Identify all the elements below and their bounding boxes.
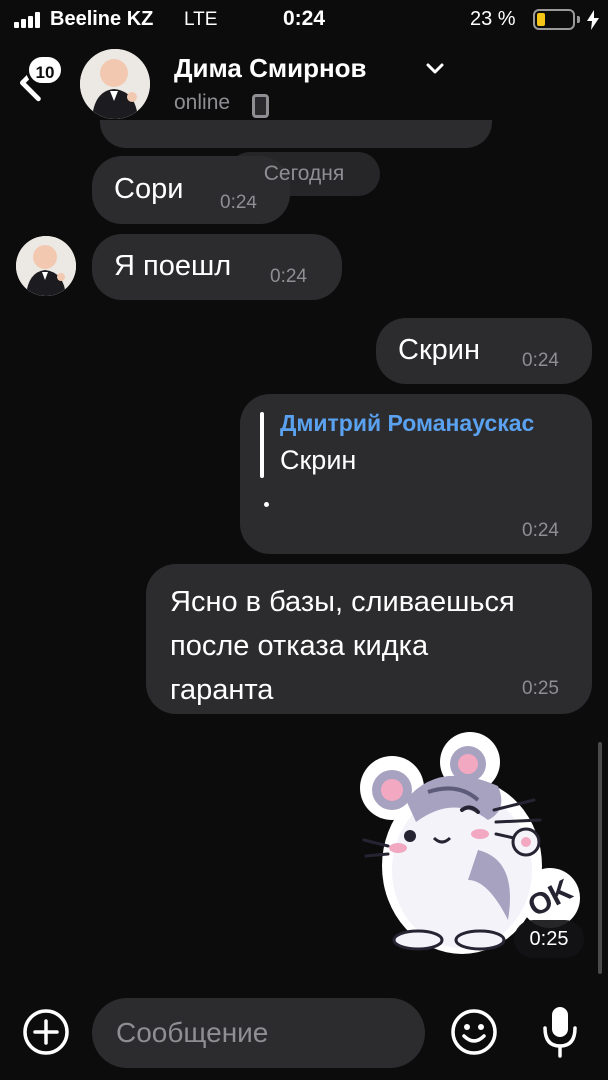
battery-level-fill [537,13,545,26]
message-time: 0:25 [522,678,559,699]
sticker-time: 0:25 [514,920,584,958]
message-bubble-incoming[interactable]: Я поешл 0:24 [92,234,342,300]
battery-cap [577,16,580,23]
chevron-down-icon[interactable] [426,62,444,76]
unread-count-badge[interactable]: 10 [26,54,64,86]
message-time: 0:24 [522,520,559,541]
previous-message-bubble-edge [100,120,492,148]
microphone-icon[interactable] [540,1004,580,1060]
message-time: 0:24 [270,266,307,287]
message-bubble-outgoing[interactable]: Скрин 0:24 [376,318,592,384]
message-input[interactable] [92,998,425,1068]
reply-accent-bar [260,412,264,478]
message-bubble-outgoing[interactable]: Ясно в базы, сливаешься после отказа кид… [146,564,592,714]
message-composer [0,990,608,1080]
reply-quote-text: Скрин [280,445,357,475]
message-line: Ясно в базы, сливаешься [170,586,515,618]
battery-icon [533,9,575,30]
message-text [264,502,269,507]
status-bar: Beeline KZ LTE 0:24 23 % [0,0,608,40]
add-attachment-icon[interactable] [22,1008,70,1056]
message-line: после отказа кидка [170,630,429,662]
message-text: Ясно в базы, сливаешься после отказа кид… [170,580,515,712]
contact-avatar[interactable] [80,49,150,119]
clock: 0:24 [282,7,326,30]
reply-author[interactable]: Дмитрий Романаускас [280,410,534,437]
message-bubble-outgoing-reply[interactable]: Дмитрий Романаускас Скрин 0:24 [240,394,592,554]
message-text: Сори [114,173,184,205]
emoji-icon[interactable] [450,1008,498,1056]
message-line: гаранта [170,674,274,706]
scrollbar[interactable] [598,742,602,974]
date-separator: Сегодня [228,152,380,196]
contact-status: online [174,91,231,114]
message-text: Скрин [398,334,480,366]
sender-avatar[interactable] [16,236,76,296]
mobile-device-icon [252,94,269,118]
contact-name[interactable]: Дима Смирнов [174,53,367,84]
battery-percent: 23 % [470,8,516,30]
charging-bolt-icon [587,10,599,30]
message-text: Я поешл [114,250,232,282]
message-time: 0:24 [522,350,559,371]
